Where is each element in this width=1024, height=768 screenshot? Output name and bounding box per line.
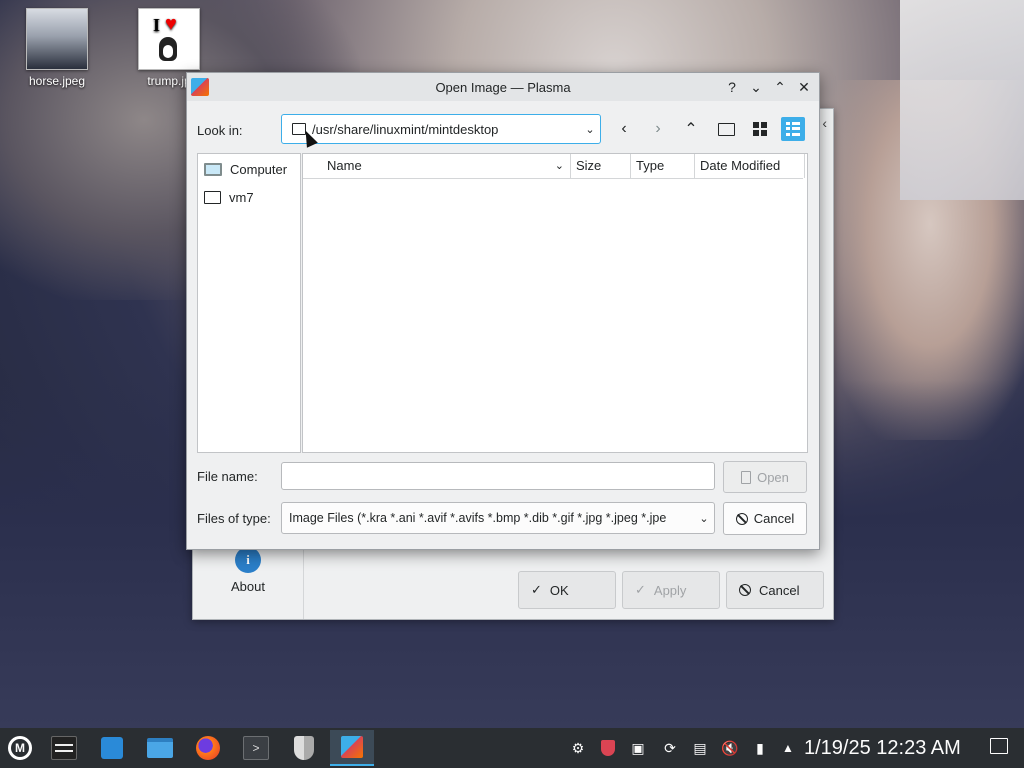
path-text: /usr/share/linuxmint/mintdesktop	[312, 121, 499, 137]
cancel-label: Cancel	[759, 582, 800, 598]
look-in-combobox[interactable]: /usr/share/linuxmint/mintdesktop ⌄	[281, 114, 601, 144]
file-list[interactable]: Name ⌄ Size Type Date Modified	[302, 153, 808, 453]
image-thumbnail-icon	[26, 8, 88, 70]
ok-label: OK	[549, 582, 569, 598]
file-name-input[interactable]	[281, 462, 715, 490]
new-folder-button[interactable]	[714, 117, 738, 141]
file-list-header: Name ⌄ Size Type Date Modified	[303, 154, 805, 179]
chevron-down-icon: ⌄	[699, 512, 709, 525]
help-button[interactable]: ?	[724, 79, 740, 95]
about-button[interactable]: i About	[205, 547, 291, 594]
application-menu-button[interactable]: M	[2, 730, 38, 766]
cancel-label: Cancel	[753, 511, 795, 526]
taskbar-firefox[interactable]	[190, 730, 226, 766]
taskbar-terminal[interactable]: >	[238, 730, 274, 766]
detail-view-button[interactable]	[781, 117, 805, 141]
desktop-icon-label: horse.jpeg	[28, 74, 86, 88]
chevron-up-icon: ⌃	[684, 121, 698, 138]
column-header-type[interactable]: Type	[631, 154, 695, 178]
monitor-icon	[204, 162, 222, 176]
files-of-type-label: Files of type:	[197, 511, 271, 526]
tux-icon	[159, 37, 177, 61]
places-sidebar: Computer vm7	[197, 153, 301, 453]
files-of-type-value: Image Files (*.kra *.ani *.avif *.avifs …	[289, 511, 667, 525]
place-label: vm7	[229, 189, 254, 205]
update-manager-icon[interactable]: ▣	[628, 738, 648, 758]
plasma-app-icon	[341, 736, 363, 758]
folder-icon	[147, 738, 173, 758]
cancel-icon	[735, 512, 748, 525]
volume-muted-icon[interactable]: 🔇	[720, 738, 740, 758]
taskbar-system-settings[interactable]	[46, 730, 82, 766]
checkmark-icon: ✓	[635, 582, 646, 597]
open-label: Open	[757, 469, 789, 485]
terminal-icon: >	[243, 736, 269, 760]
image-thumbnail-icon: I ♥	[138, 8, 200, 70]
files-of-type-combobox[interactable]: Image Files (*.kra *.ani *.avif *.avifs …	[281, 502, 715, 534]
checkmark-icon: ✓	[531, 582, 542, 597]
cancel-button[interactable]: Cancel	[723, 502, 807, 535]
open-image-dialog: Open Image — Plasma ? ⌄ ⌃ ✕ Look in: /us…	[186, 72, 820, 550]
clipboard-icon[interactable]: ▤	[690, 738, 710, 758]
apply-button[interactable]: ✓ Apply	[622, 571, 720, 609]
about-label: About	[231, 579, 265, 594]
info-icon: i	[235, 547, 261, 573]
mint-menu-icon: M	[8, 736, 32, 760]
look-in-label: Look in:	[197, 123, 243, 138]
place-computer[interactable]: Computer	[204, 158, 287, 180]
removable-device-icon[interactable]: ▮	[750, 738, 770, 758]
place-label: Computer	[230, 161, 288, 177]
cancel-icon	[739, 584, 751, 596]
taskbar-security[interactable]	[286, 730, 322, 766]
maximize-button[interactable]: ⌃	[772, 79, 788, 95]
show-desktop-icon[interactable]	[990, 738, 1008, 754]
network-icon[interactable]: ⚙	[568, 738, 588, 758]
taskbar-software-store[interactable]	[94, 730, 130, 766]
column-header-name[interactable]: Name ⌄	[303, 154, 571, 178]
icon-view-button[interactable]	[748, 117, 772, 141]
minimize-button[interactable]: ⌄	[748, 79, 764, 95]
parent-folder-button[interactable]: ⌃	[679, 117, 703, 141]
icon-view-icon	[753, 122, 767, 136]
file-name-label: File name:	[197, 469, 258, 484]
desktop-icon-label: trump.jp	[147, 74, 191, 88]
forward-button[interactable]: ›	[646, 117, 670, 141]
detail-view-icon	[786, 122, 800, 136]
desktop-icon-horse[interactable]: horse.jpeg	[12, 8, 102, 88]
apply-label: Apply	[653, 582, 687, 598]
close-button[interactable]: ✕	[796, 79, 812, 95]
settings-sliders-icon	[51, 736, 77, 760]
taskbar-file-manager[interactable]	[142, 730, 178, 766]
open-button[interactable]: Open	[723, 461, 807, 493]
chevron-left-icon[interactable]: ‹	[822, 115, 827, 131]
taskbar-open-image-window[interactable]	[330, 730, 374, 766]
heart-icon: ♥	[165, 13, 177, 35]
sort-chevron-icon: ⌄	[554, 160, 564, 172]
new-folder-icon	[717, 122, 735, 136]
folder-icon	[204, 190, 221, 204]
chevron-right-icon: ›	[655, 120, 661, 137]
clock[interactable]: 1/19/25 12:23 AM	[804, 737, 961, 760]
vpn-shield-icon[interactable]	[598, 738, 618, 758]
firefox-icon	[196, 736, 220, 760]
place-vm7[interactable]: vm7	[204, 186, 254, 208]
sync-icon[interactable]: ⟳	[660, 738, 680, 758]
column-header-size[interactable]: Size	[571, 154, 631, 178]
chevron-down-icon: ⌄	[585, 123, 595, 136]
chevron-left-icon: ‹	[621, 120, 627, 137]
taskbar: M > ⚙ ▣ ⟳ ▤ 🔇 ▮ ▲ 1/19/25 12:23 AM	[0, 728, 1024, 768]
back-button[interactable]: ‹	[612, 117, 636, 141]
store-bag-icon	[101, 737, 123, 759]
settings-cancel-button[interactable]: Cancel	[726, 571, 824, 609]
dialog-titlebar[interactable]: Open Image — Plasma ? ⌄ ⌃ ✕	[187, 73, 819, 101]
ok-button[interactable]: ✓ OK	[518, 571, 616, 609]
shield-icon	[294, 736, 314, 760]
document-open-icon	[741, 470, 752, 484]
column-header-date[interactable]: Date Modified	[695, 154, 805, 178]
tray-expand-icon[interactable]: ▲	[778, 738, 798, 758]
